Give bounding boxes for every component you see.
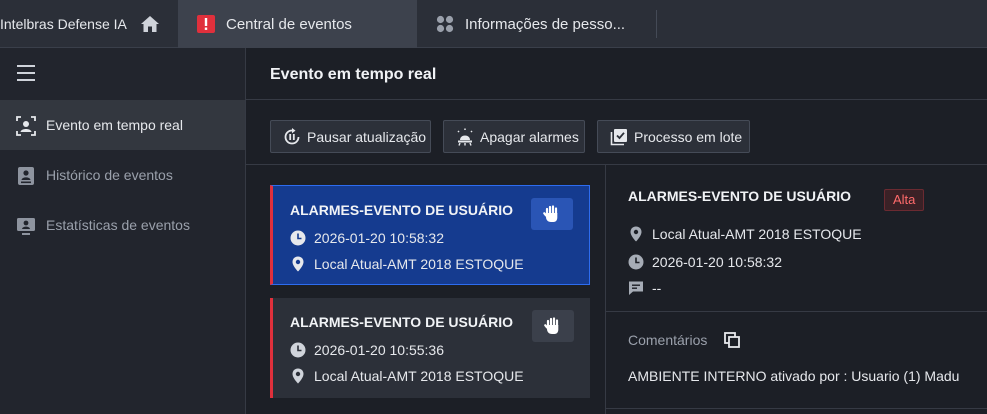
detail-time: 2026-01-20 10:58:32 [628, 252, 782, 272]
menu-icon[interactable] [16, 62, 36, 84]
priority-badge: Alta [884, 189, 925, 211]
divider [606, 311, 987, 312]
sidebar-item-label: Estatísticas de eventos [46, 217, 190, 233]
clock-icon [290, 230, 306, 246]
pause-refresh-button[interactable]: Pausar atualização [270, 120, 431, 153]
detail-description-text: -- [652, 280, 662, 296]
clear-alarm-icon [457, 128, 473, 146]
tab-divider [656, 10, 657, 38]
pause-refresh-icon [284, 127, 300, 144]
event-location: Local Atual-AMT 2018 ESTOQUE [290, 254, 524, 274]
hand-icon [544, 317, 559, 334]
history-icon [18, 167, 34, 185]
location-pin-icon [292, 368, 304, 384]
comments-label: Comentários [628, 332, 708, 348]
live-event-icon [16, 116, 36, 136]
detail-description: -- [628, 278, 661, 298]
tab-informacoes-de-pessoas[interactable]: Informações de pesso... [417, 0, 656, 48]
location-pin-icon [630, 226, 642, 242]
batch-check-icon [610, 128, 627, 145]
page-title: Evento em tempo real [270, 66, 437, 83]
apps-icon [436, 15, 454, 33]
detail-location-text: Local Atual-AMT 2018 ESTOQUE [652, 226, 862, 242]
comment-text: AMBIENTE INTERNO ativado por : Usuario (… [628, 368, 960, 384]
handle-event-button[interactable] [531, 198, 573, 230]
detail-title: ALARMES-EVENTO DE USUÁRIO [628, 188, 851, 204]
event-location: Local Atual-AMT 2018 ESTOQUE [290, 366, 524, 386]
sidebar-item-evento-em-tempo-real[interactable]: Evento em tempo real [0, 100, 245, 150]
event-time: 2026-01-20 10:55:36 [290, 340, 444, 360]
top-bar: Intelbras Defense IA Central de eventos … [0, 0, 987, 48]
tab-central-de-eventos[interactable]: Central de eventos [178, 0, 417, 48]
divider [606, 408, 987, 409]
sidebar-item-label: Histórico de eventos [46, 167, 173, 183]
home-button[interactable] [132, 10, 168, 38]
clock-icon [628, 254, 644, 270]
statistics-icon [17, 218, 35, 235]
alert-icon [197, 15, 215, 33]
button-label: Apagar alarmes [480, 128, 579, 145]
batch-process-button[interactable]: Processo em lote [597, 120, 750, 153]
copy-icon[interactable] [724, 332, 740, 348]
divider [246, 164, 987, 165]
event-time: 2026-01-20 10:58:32 [290, 228, 444, 248]
sidebar: Evento em tempo real Histórico de evento… [0, 48, 246, 414]
detail-location: Local Atual-AMT 2018 ESTOQUE [628, 224, 862, 244]
button-label: Processo em lote [634, 128, 743, 145]
sidebar-item-estatisticas-de-eventos[interactable]: Estatísticas de eventos [0, 200, 245, 250]
clock-icon [290, 342, 306, 358]
message-icon [629, 281, 643, 295]
sidebar-item-historico-de-eventos[interactable]: Histórico de eventos [0, 150, 245, 200]
event-title: ALARMES-EVENTO DE USUÁRIO [290, 202, 513, 218]
event-location-text: Local Atual-AMT 2018 ESTOQUE [314, 256, 524, 272]
event-card[interactable]: ALARMES-EVENTO DE USUÁRIO 2026-01-20 10:… [270, 185, 590, 285]
tab-label: Informações de pesso... [465, 15, 626, 33]
event-card[interactable]: ALARMES-EVENTO DE USUÁRIO 2026-01-20 10:… [270, 298, 590, 398]
divider [246, 99, 987, 100]
tab-label: Central de eventos [226, 15, 352, 33]
divider [605, 165, 606, 414]
button-label: Pausar atualização [307, 128, 427, 145]
event-time-text: 2026-01-20 10:55:36 [314, 342, 444, 358]
app-brand: Intelbras Defense IA [0, 16, 127, 32]
event-title: ALARMES-EVENTO DE USUÁRIO [290, 314, 513, 330]
sidebar-item-label: Evento em tempo real [46, 117, 183, 133]
hand-icon [543, 205, 558, 222]
detail-time-text: 2026-01-20 10:58:32 [652, 254, 782, 270]
home-icon [141, 16, 159, 32]
handle-event-button[interactable] [532, 310, 574, 342]
event-location-text: Local Atual-AMT 2018 ESTOQUE [314, 368, 524, 384]
location-pin-icon [292, 256, 304, 272]
clear-alarms-button[interactable]: Apagar alarmes [443, 120, 585, 153]
event-time-text: 2026-01-20 10:58:32 [314, 230, 444, 246]
